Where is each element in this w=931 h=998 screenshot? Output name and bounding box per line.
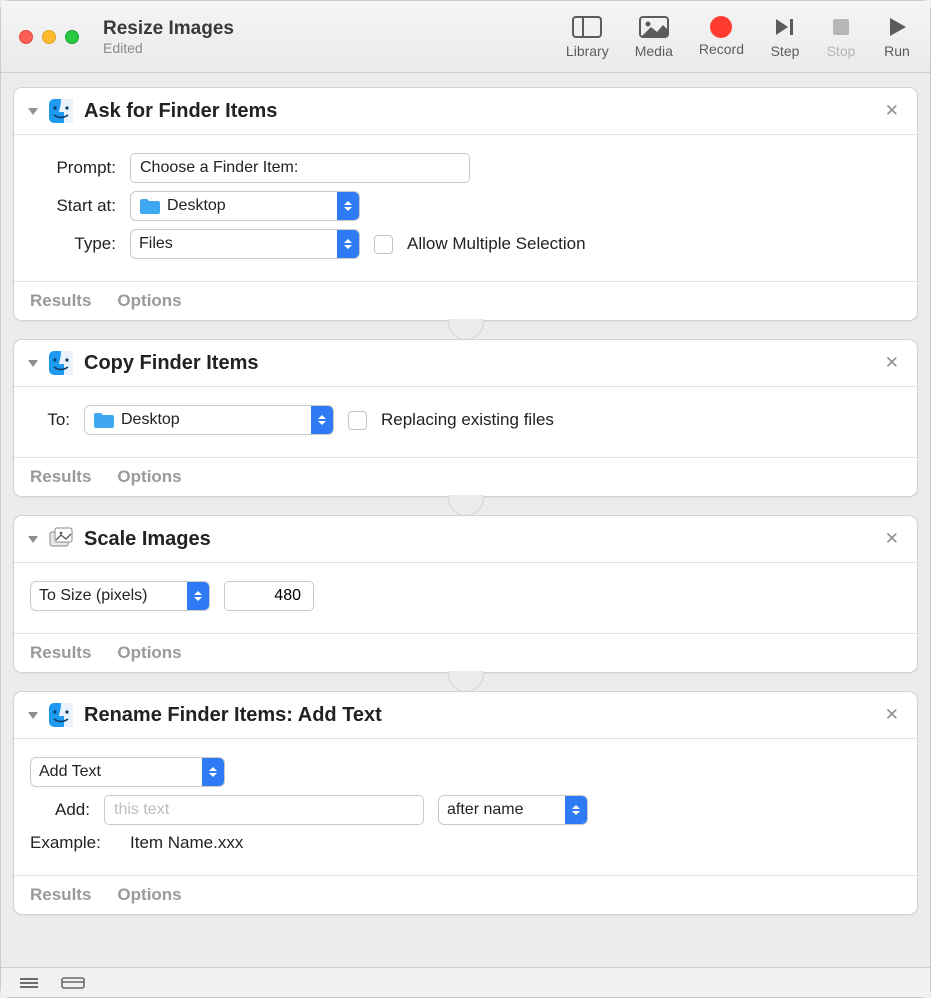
- action-scale-images: Scale Images ✕ To Size (pixels) Results …: [13, 515, 918, 673]
- action-title: Copy Finder Items: [84, 352, 881, 375]
- results-tab[interactable]: Results: [30, 885, 91, 905]
- workflow-view-button[interactable]: [61, 976, 85, 990]
- results-tab[interactable]: Results: [30, 467, 91, 487]
- log-view-button[interactable]: [19, 976, 39, 990]
- options-tab[interactable]: Options: [117, 467, 181, 487]
- media-button[interactable]: Media: [635, 14, 673, 59]
- startat-popup[interactable]: Desktop: [130, 191, 360, 221]
- record-icon: [710, 16, 732, 38]
- action-ask-for-finder-items: Ask for Finder Items ✕ Prompt: Start at:…: [13, 87, 918, 321]
- play-icon: [882, 14, 912, 40]
- scale-size-input[interactable]: [224, 581, 314, 611]
- stop-icon: [826, 14, 856, 40]
- minimize-window-button[interactable]: [42, 30, 56, 44]
- remove-action-button[interactable]: ✕: [881, 353, 903, 373]
- remove-action-button[interactable]: ✕: [881, 529, 903, 549]
- library-icon: [572, 14, 602, 40]
- action-connector: [13, 320, 918, 340]
- type-popup[interactable]: Files: [130, 229, 360, 259]
- prompt-input[interactable]: [130, 153, 470, 183]
- add-text-input[interactable]: [104, 795, 424, 825]
- finder-icon: [48, 702, 74, 728]
- scale-mode-popup[interactable]: To Size (pixels): [30, 581, 210, 611]
- remove-action-button[interactable]: ✕: [881, 101, 903, 121]
- action-rename-finder-items: Rename Finder Items: Add Text ✕ Add Text…: [13, 691, 918, 915]
- replace-label: Replacing existing files: [381, 410, 554, 430]
- close-window-button[interactable]: [19, 30, 33, 44]
- document-status: Edited: [103, 40, 234, 56]
- step-button[interactable]: Step: [770, 14, 800, 59]
- options-tab[interactable]: Options: [117, 643, 181, 663]
- window-controls: [19, 30, 79, 44]
- record-button[interactable]: Record: [699, 14, 744, 57]
- replace-checkbox[interactable]: [348, 411, 367, 430]
- toolbar: Library Media Record Step Stop Run: [566, 14, 912, 59]
- action-copy-finder-items: Copy Finder Items ✕ To: Desktop Replacin…: [13, 339, 918, 497]
- allow-multiple-label: Allow Multiple Selection: [407, 234, 586, 254]
- library-button[interactable]: Library: [566, 14, 609, 59]
- document-title: Resize Images: [103, 18, 234, 40]
- example-label: Example:: [30, 833, 116, 853]
- allow-multiple-checkbox[interactable]: [374, 235, 393, 254]
- position-popup[interactable]: after name: [438, 795, 588, 825]
- prompt-label: Prompt:: [30, 158, 116, 178]
- disclosure-triangle[interactable]: [28, 108, 38, 115]
- media-icon: [639, 14, 669, 40]
- results-tab[interactable]: Results: [30, 291, 91, 311]
- action-connector: [13, 496, 918, 516]
- to-label: To:: [30, 410, 70, 430]
- disclosure-triangle[interactable]: [28, 536, 38, 543]
- to-popup[interactable]: Desktop: [84, 405, 334, 435]
- options-tab[interactable]: Options: [117, 291, 181, 311]
- preview-icon: [48, 526, 74, 552]
- workflow-area: Ask for Finder Items ✕ Prompt: Start at:…: [1, 73, 930, 967]
- startat-label: Start at:: [30, 196, 116, 216]
- action-connector: [13, 672, 918, 692]
- step-icon: [770, 14, 800, 40]
- status-bar: [1, 967, 930, 997]
- options-tab[interactable]: Options: [117, 885, 181, 905]
- disclosure-triangle[interactable]: [28, 360, 38, 367]
- remove-action-button[interactable]: ✕: [881, 705, 903, 725]
- action-title: Ask for Finder Items: [84, 100, 881, 123]
- action-title: Rename Finder Items: Add Text: [84, 704, 881, 727]
- finder-icon: [48, 350, 74, 376]
- run-button[interactable]: Run: [882, 14, 912, 59]
- titlebar: Resize Images Edited Library Media Recor…: [1, 1, 930, 73]
- finder-icon: [48, 98, 74, 124]
- example-value: Item Name.xxx: [130, 833, 243, 853]
- type-label: Type:: [30, 234, 116, 254]
- rename-mode-popup[interactable]: Add Text: [30, 757, 225, 787]
- results-tab[interactable]: Results: [30, 643, 91, 663]
- add-label: Add:: [30, 800, 90, 820]
- disclosure-triangle[interactable]: [28, 712, 38, 719]
- folder-icon: [139, 197, 161, 215]
- zoom-window-button[interactable]: [65, 30, 79, 44]
- action-title: Scale Images: [84, 528, 881, 551]
- stop-button: Stop: [826, 14, 856, 59]
- folder-icon: [93, 411, 115, 429]
